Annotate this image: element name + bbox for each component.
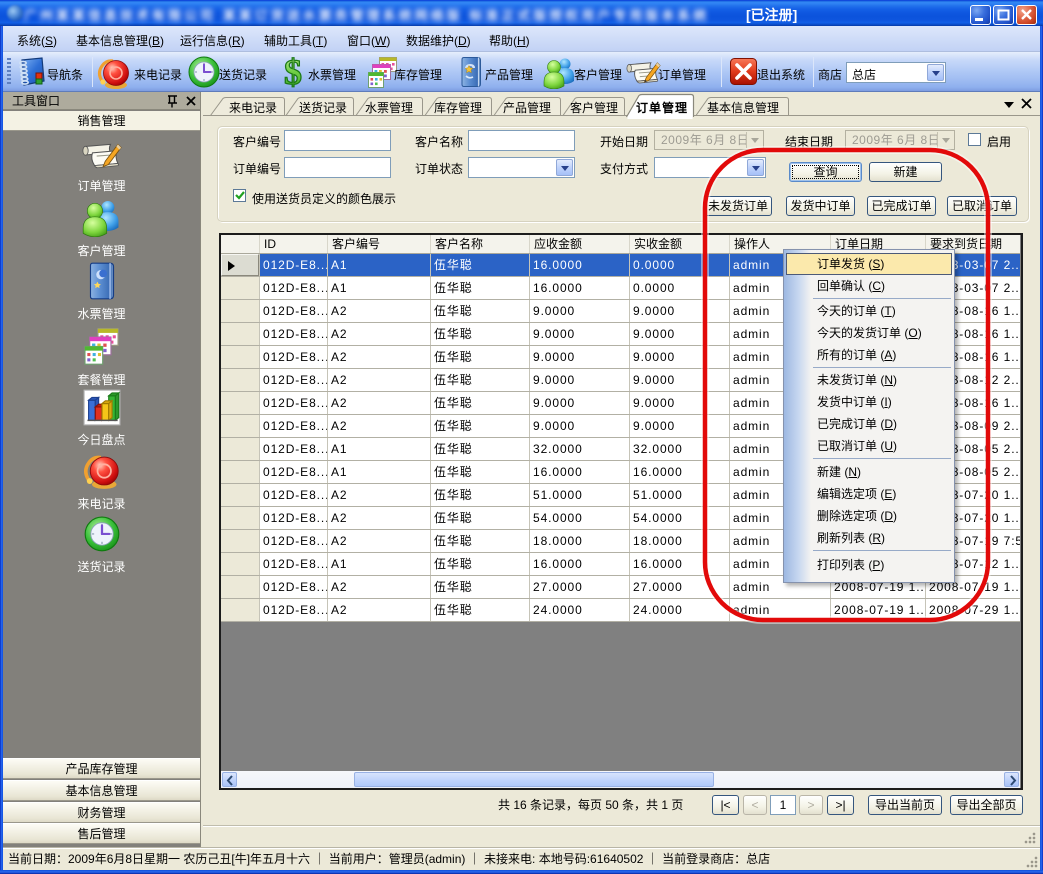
svg-text:$: $ — [284, 55, 302, 90]
